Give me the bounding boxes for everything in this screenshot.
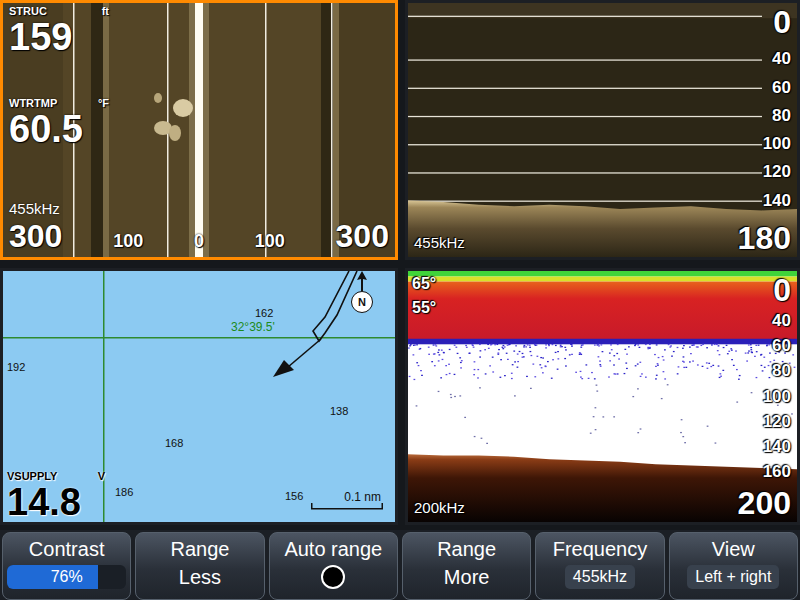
temperature-label: 55°	[412, 299, 436, 317]
vessel-arrow-icon	[273, 360, 294, 377]
depth-tick: 60	[772, 336, 791, 356]
north-label: N	[351, 291, 373, 313]
depth-tick: 60	[772, 78, 791, 98]
readout-value: 14.8	[7, 482, 105, 522]
toggle-indicator[interactable]	[321, 565, 345, 589]
softkey-bar: Contrast 76% Range Less Auto range Range More F…	[0, 530, 800, 600]
fishfinder-screen: STRUCft159WTRTMP°F60.5455kHz300100010030…	[0, 0, 800, 600]
softkey-button[interactable]: Auto range	[269, 532, 398, 600]
scale-label: 100	[255, 231, 285, 252]
softkey-button[interactable]: Range Less	[135, 532, 264, 600]
panel-grid: STRUCft159WTRTMP°F60.5455kHz300100010030…	[0, 0, 800, 525]
option-value: 455kHz	[565, 565, 635, 589]
depth-sounding: 192	[7, 361, 25, 373]
temperature-scale: 65°55°	[412, 275, 436, 317]
depth-sounding: 162	[255, 307, 273, 319]
scale-label: 300	[336, 219, 389, 253]
structure-scan-panel[interactable]: STRUCft159WTRTMP°F60.5455kHz300100010030…	[0, 0, 398, 260]
sonar-image	[408, 271, 797, 522]
readout: STRUC ft159	[9, 5, 109, 57]
softkey-button[interactable]: Contrast 76%	[2, 532, 131, 600]
softkey-label: View	[712, 537, 755, 561]
depth-tick: 40	[772, 311, 791, 331]
depth-tick: 160	[763, 462, 791, 482]
readout-unit: °F	[98, 97, 109, 109]
sonar-overlay: 65°55°0406080100120140160200200kHz	[408, 271, 797, 522]
softkey-value: More	[444, 565, 490, 589]
depth-tick: 120	[763, 162, 791, 182]
range-bottom-label: 200	[738, 486, 791, 520]
level-slider[interactable]: 76%	[7, 565, 126, 589]
softkey-button[interactable]: Range More	[402, 532, 531, 600]
frequency-label: 455kHz	[414, 234, 465, 251]
depth-tick: 140	[763, 437, 791, 457]
softkey-label: Range	[171, 537, 230, 561]
north-compass[interactable]: N	[351, 271, 373, 313]
depth-tick: 100	[763, 387, 791, 407]
readout-value: 159	[9, 17, 109, 57]
depth-tick: 100	[763, 134, 791, 154]
softkey-button[interactable]: View Left + right	[669, 532, 798, 600]
softkey-label: Contrast	[29, 537, 105, 561]
chart-overlay: 162 192 138 168 156 186 32°39.5' N 0.1 nm VSUPPLY…	[3, 271, 395, 522]
readout-label: WTRTMP	[9, 97, 57, 109]
structure-overlay: STRUCft159WTRTMP°F60.5455kHz300100010030…	[3, 3, 395, 257]
level-value: 76%	[51, 568, 83, 586]
frequency-label: 200kHz	[414, 499, 465, 516]
scale-label: 300	[9, 219, 62, 253]
depth-tick: 40	[772, 49, 791, 69]
range-top-label: 0	[773, 273, 791, 307]
softkey-value: Less	[179, 565, 221, 589]
depth-tick: 120	[763, 412, 791, 432]
depth-sounding: 156	[285, 490, 303, 502]
down-scan-panel[interactable]: 0 40 60 80 100 120 140 180 455kHz	[405, 0, 800, 260]
readout-label: STRUC	[9, 5, 47, 17]
readout-value: 60.5	[9, 109, 109, 149]
down-scan-overlay: 0 40 60 80 100 120 140 180 455kHz	[408, 3, 797, 257]
scale-label: 0.1 nm	[344, 490, 381, 504]
depth-sounding: 138	[330, 405, 348, 417]
scale-label: 0	[194, 231, 204, 252]
depth-sounding: 186	[115, 486, 133, 498]
north-arrow-icon	[356, 271, 368, 291]
scale-label: 100	[113, 231, 143, 252]
softkey-label: Frequency	[553, 537, 648, 561]
option-value: Left + right	[687, 565, 779, 589]
readout-unit: V	[98, 470, 105, 482]
softkey-label: Auto range	[284, 537, 382, 561]
temperature-label: 65°	[412, 275, 436, 293]
latitude-label: 32°39.5'	[231, 320, 275, 334]
range-top-label: 0	[773, 5, 791, 39]
frequency-label: 455kHz	[9, 200, 389, 217]
depth-sounding: 168	[165, 437, 183, 449]
sonar-panel[interactable]: 65°55°0406080100120140160200200kHz	[405, 268, 800, 525]
readout-label: VSUPPLY	[7, 470, 57, 482]
down-scan-image	[408, 3, 797, 257]
softkey-label: Range	[437, 537, 496, 561]
depth-tick: 140	[763, 191, 791, 211]
voltage-readout: VSUPPLY V14.8	[7, 470, 105, 522]
depth-tick: 80	[772, 106, 791, 126]
range-scale: 300 100 0 100 300	[9, 219, 389, 253]
chart-panel[interactable]: 162 192 138 168 156 186 32°39.5' N 0.1 nm VSUPPLY…	[0, 268, 398, 525]
softkey-button[interactable]: Frequency 455kHz	[535, 532, 664, 600]
range-bottom-label: 180	[738, 221, 791, 255]
depth-tick: 80	[772, 361, 791, 381]
readout-unit: ft	[102, 5, 109, 17]
readout: WTRTMP °F60.5	[9, 97, 109, 149]
